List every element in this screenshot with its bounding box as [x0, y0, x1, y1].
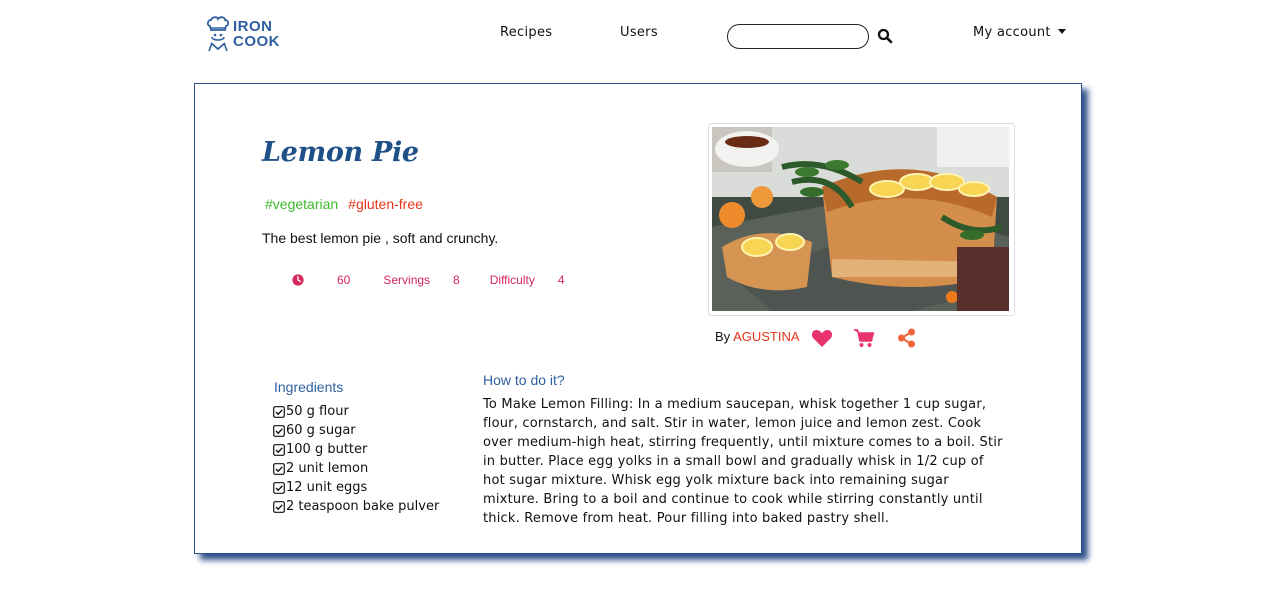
lemon-cake-image [712, 127, 1009, 311]
chevron-down-icon [1057, 28, 1066, 34]
clock-icon [292, 274, 304, 286]
heart-icon[interactable] [811, 328, 833, 348]
ingredient-item[interactable]: 12 unit eggs [273, 478, 439, 497]
by-label: By [715, 329, 731, 344]
ingredient-label: 12 unit eggs [286, 480, 368, 495]
difficulty-label: Difficulty [489, 273, 535, 287]
ingredient-item[interactable]: 100 g butter [273, 440, 439, 459]
account-dropdown[interactable]: My account [973, 25, 1066, 40]
servings-label: Servings [383, 273, 431, 287]
recipe-tags: #vegetarian #gluten-free [265, 196, 423, 212]
difficulty-value: 4 [557, 273, 565, 287]
howto-title: How to do it? [483, 372, 565, 388]
ingredient-label: 100 g butter [286, 442, 368, 457]
howto-text: To Make Lemon Filling: In a medium sauce… [483, 397, 1003, 526]
recipe-description: The best lemon pie , soft and crunchy. [262, 230, 499, 246]
cart-icon[interactable] [853, 328, 875, 348]
checkbox-icon[interactable] [273, 481, 285, 494]
checkbox-icon[interactable] [273, 500, 285, 513]
author-link[interactable]: AGUSTINA [733, 329, 799, 344]
logo-line-1: IRON [233, 18, 273, 35]
ingredients-list: 50 g flour 60 g sugar 100 g butter 2 uni… [273, 402, 439, 516]
logo-text: IRON COOK [233, 19, 280, 49]
ingredient-item[interactable]: 2 unit lemon [273, 459, 439, 478]
share-icon[interactable] [896, 328, 918, 348]
tag-vegetarian[interactable]: #vegetarian [265, 196, 338, 212]
recipe-stats: 60 Servings 8 Difficulty 4 [292, 273, 565, 287]
recipe-title: Lemon Pie [262, 137, 419, 168]
ingredients-title: Ingredients [274, 379, 344, 395]
ingredient-item[interactable]: 60 g sugar [273, 421, 439, 440]
recipe-photo [708, 123, 1015, 316]
logo-line-2: COOK [233, 33, 280, 50]
checkbox-icon[interactable] [273, 424, 285, 437]
checkbox-icon[interactable] [273, 443, 285, 456]
nav-link-users[interactable]: Users [620, 25, 658, 40]
ingredient-item[interactable]: 50 g flour [273, 402, 439, 421]
nav-link-recipes[interactable]: Recipes [500, 25, 552, 40]
recipe-card: Lemon Pie #vegetarian #gluten-free The b… [194, 83, 1082, 554]
navbar: IRON COOK Recipes Users My account [0, 0, 1278, 68]
cook-time: 60 [337, 273, 351, 287]
servings-value: 8 [453, 273, 460, 287]
chef-hat-icon [206, 16, 230, 52]
logo[interactable]: IRON COOK [206, 14, 286, 54]
ingredient-label: 60 g sugar [286, 423, 356, 438]
checkbox-icon[interactable] [273, 462, 285, 475]
account-label: My account [973, 25, 1051, 40]
author-byline: By AGUSTINA [715, 329, 800, 344]
ingredient-label: 2 teaspoon bake pulver [286, 499, 440, 514]
ingredient-item[interactable]: 2 teaspoon bake pulver [273, 497, 439, 516]
ingredient-label: 50 g flour [286, 404, 349, 419]
checkbox-icon[interactable] [273, 405, 285, 418]
search-icon[interactable] [877, 28, 893, 44]
ingredient-label: 2 unit lemon [286, 461, 369, 476]
tag-gluten-free[interactable]: #gluten-free [348, 196, 423, 212]
search-input[interactable] [727, 24, 869, 49]
